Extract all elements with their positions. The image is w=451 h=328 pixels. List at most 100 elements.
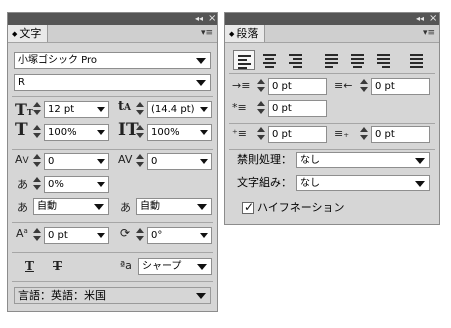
chevron-down-icon[interactable] <box>97 159 105 164</box>
left-indent-value: 0 pt <box>272 81 292 92</box>
divider <box>12 149 213 150</box>
hyphenation-checkbox[interactable]: ✓ <box>242 200 255 214</box>
vertical-scale-stepper[interactable] <box>33 125 42 140</box>
horizontal-scale-field[interactable]: 100% <box>147 124 212 141</box>
justify-right-button[interactable] <box>373 50 395 70</box>
chevron-down-icon <box>196 80 206 86</box>
first-line-indent-stepper[interactable] <box>257 101 266 116</box>
first-line-indent-icon: *≡ <box>232 101 247 114</box>
close-icon[interactable]: × <box>429 13 437 25</box>
vertical-scale-field[interactable]: 100% <box>44 124 109 141</box>
font-size-field[interactable]: 12 pt <box>44 101 109 118</box>
chevron-down-icon <box>415 158 425 164</box>
collapse-icon[interactable]: ◂◂ <box>195 13 203 25</box>
left-indent-field[interactable]: 0 pt <box>268 78 327 95</box>
kerning-stepper[interactable] <box>33 154 42 169</box>
mojikumi-before-icon: あ <box>17 201 28 214</box>
strikethrough-icon[interactable]: T <box>53 259 62 273</box>
tab-expand-icon[interactable]: ◆ <box>229 30 234 38</box>
rotation-field[interactable]: 0° <box>147 227 212 244</box>
rotation-value: 0° <box>151 230 163 241</box>
space-after-control: 0 pt <box>360 126 430 143</box>
space-after-stepper[interactable] <box>360 127 369 142</box>
chevron-down-icon[interactable] <box>97 130 105 135</box>
chevron-down-icon[interactable] <box>97 107 105 112</box>
language-value: 言語：英語：米国 <box>18 289 106 302</box>
divider <box>229 73 435 74</box>
mojikumi-after-value: 自動 <box>140 201 160 212</box>
chevron-down-icon[interactable] <box>97 182 105 187</box>
chevron-down-icon[interactable] <box>200 107 208 112</box>
underline-icon[interactable]: T <box>25 259 34 273</box>
horizontal-scale-stepper[interactable] <box>136 125 145 140</box>
paragraph-panel: ◂◂ × ◆ 段落 ▾≡ →≡ 0 pt ≡← 0 pt *≡ 0 pt ⁺≡ … <box>224 12 440 225</box>
space-before-stepper[interactable] <box>257 127 266 142</box>
justify-left-button[interactable] <box>321 50 343 70</box>
divider <box>12 281 213 282</box>
tab-expand-icon[interactable]: ◆ <box>12 30 17 38</box>
left-indent-stepper[interactable] <box>257 79 266 94</box>
kerning-field[interactable]: 0 <box>44 153 109 170</box>
right-indent-field[interactable]: 0 pt <box>371 78 430 95</box>
leading-field[interactable]: (14.4 pt) <box>147 101 212 118</box>
font-family-select[interactable]: 小塚ゴシック Pro <box>14 52 211 69</box>
justify-center-button[interactable] <box>347 50 369 70</box>
right-indent-control: 0 pt <box>360 78 430 95</box>
collapse-icon[interactable]: ◂◂ <box>416 13 424 25</box>
align-left-button[interactable] <box>233 50 255 70</box>
chevron-down-icon[interactable] <box>97 233 105 238</box>
close-icon[interactable]: × <box>208 13 216 25</box>
space-before-field[interactable]: 0 pt <box>268 126 327 143</box>
font-size-stepper[interactable] <box>33 102 42 117</box>
panel-menu-icon[interactable]: ▾≡ <box>201 27 213 39</box>
panel-title-bar[interactable]: ◂◂ × <box>8 13 217 25</box>
first-line-indent-control: 0 pt <box>257 100 327 117</box>
justify-all-button[interactable] <box>406 50 428 70</box>
baseline-shift-field[interactable]: 0 pt <box>44 227 109 244</box>
font-style-select[interactable]: R <box>14 74 211 91</box>
right-indent-stepper[interactable] <box>360 79 369 94</box>
first-line-indent-field[interactable]: 0 pt <box>268 100 327 117</box>
baseline-shift-value: 0 pt <box>48 230 68 241</box>
align-center-button[interactable] <box>259 50 281 70</box>
tracking-value: 0 <box>151 156 158 167</box>
tsume-field[interactable]: 0% <box>44 176 109 193</box>
font-size-value: 12 pt <box>48 104 75 115</box>
leading-control: (14.4 pt) <box>136 101 212 118</box>
font-style-value: R <box>18 77 25 88</box>
hyphenation-label[interactable]: ハイフネーション <box>257 200 345 216</box>
kerning-icon: AV <box>15 153 29 166</box>
mojikumi-label: 文字組み： <box>237 176 292 189</box>
language-select[interactable]: 言語：英語：米国 <box>14 287 211 304</box>
chevron-down-icon[interactable] <box>200 233 208 238</box>
tracking-stepper[interactable] <box>136 154 145 169</box>
font-family-value: 小塚ゴシック Pro <box>18 55 98 66</box>
space-before-icon: ⁺≡ <box>232 127 248 140</box>
antialias-select[interactable]: シャープ <box>138 258 212 275</box>
mojikumi-before-value: 自動 <box>37 201 57 212</box>
space-after-field[interactable]: 0 pt <box>371 126 430 143</box>
leading-value: (14.4 pt) <box>151 104 195 115</box>
mojikumi-before-select[interactable]: 自動 <box>33 198 109 215</box>
align-right-button[interactable] <box>285 50 307 70</box>
chevron-down-icon[interactable] <box>200 159 208 164</box>
checkmark-icon: ✓ <box>244 200 255 214</box>
baseline-shift-stepper[interactable] <box>33 228 42 243</box>
divider <box>229 123 435 124</box>
kinsoku-select[interactable]: なし <box>296 152 430 168</box>
rotation-stepper[interactable] <box>136 228 145 243</box>
tsume-control: 0% <box>33 176 109 193</box>
rotation-icon: ⟳ <box>120 226 131 240</box>
tab-character[interactable]: ◆ 文字 <box>8 25 49 42</box>
leading-icon: tA <box>118 99 131 114</box>
tracking-field[interactable]: 0 <box>147 153 212 170</box>
leading-stepper[interactable] <box>136 102 145 117</box>
tsume-stepper[interactable] <box>33 177 42 192</box>
panel-menu-icon[interactable]: ▾≡ <box>423 27 435 39</box>
mojikumi-after-select[interactable]: 自動 <box>136 198 212 215</box>
mojikumi-select[interactable]: なし <box>296 175 430 191</box>
panel-title-bar[interactable]: ◂◂ × <box>225 13 439 25</box>
tab-paragraph[interactable]: ◆ 段落 <box>225 25 266 42</box>
divider <box>12 96 213 97</box>
chevron-down-icon[interactable] <box>200 130 208 135</box>
